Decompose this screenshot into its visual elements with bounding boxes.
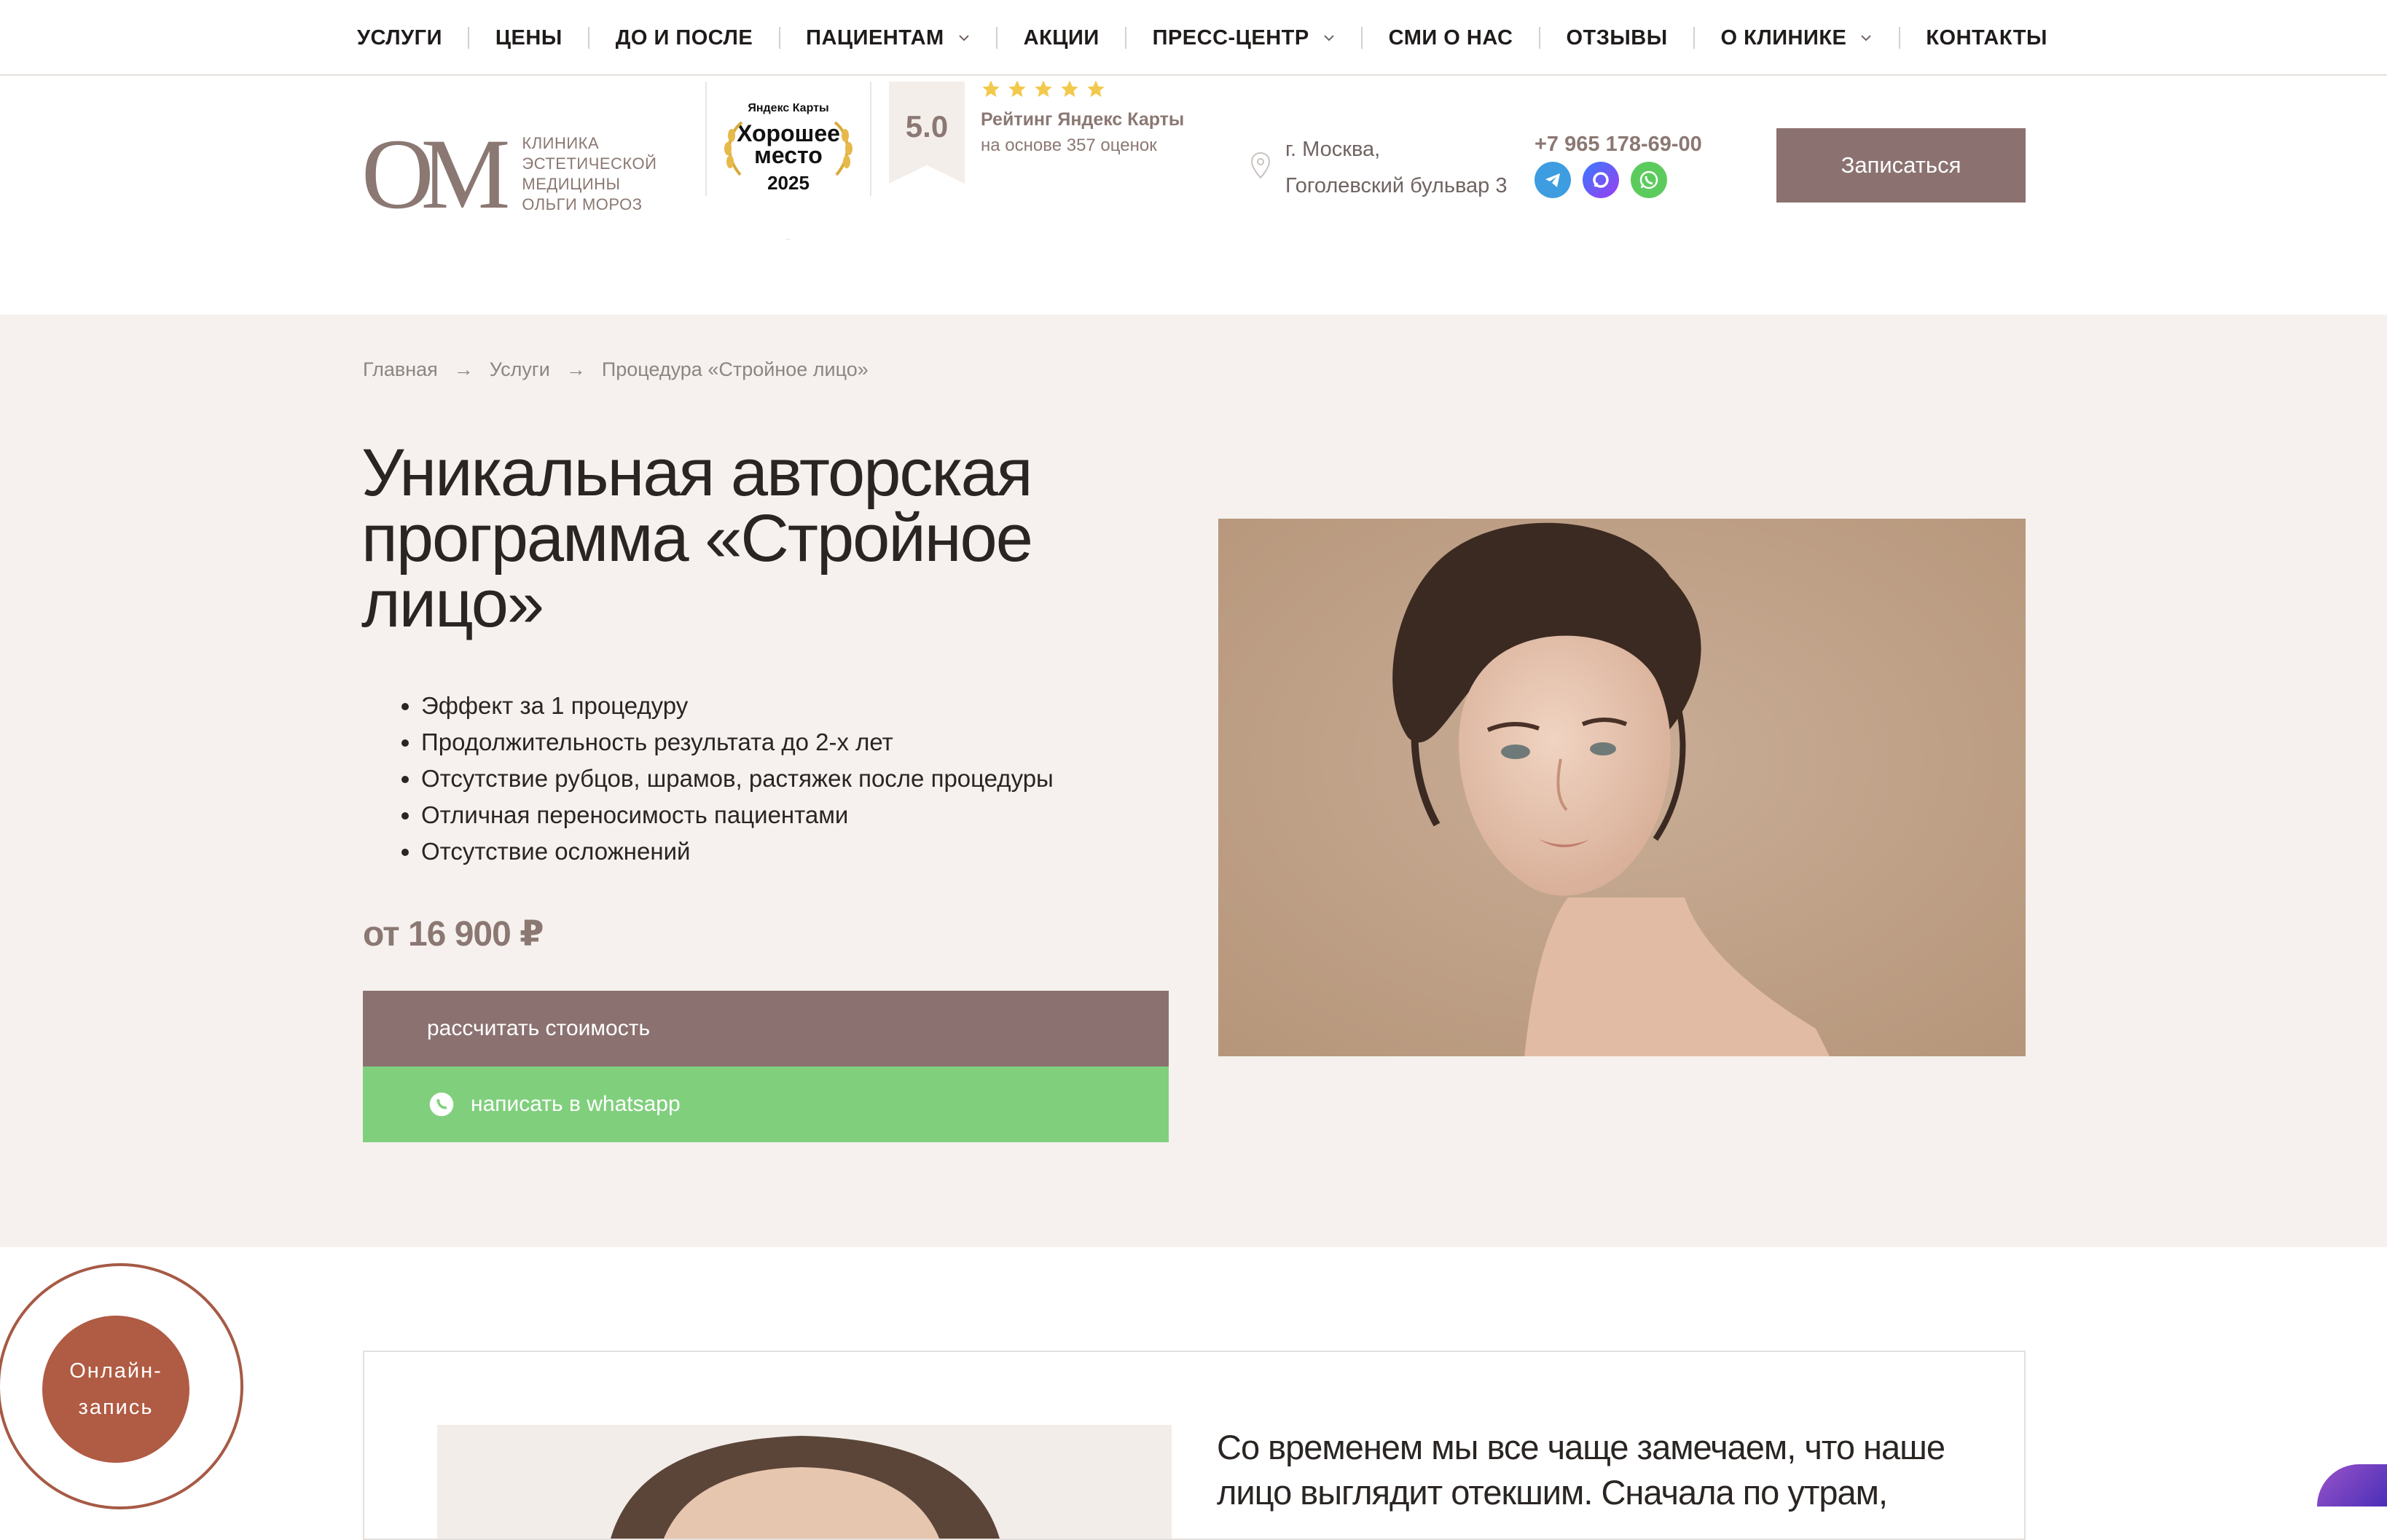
online-booking-label: Онлайн- запись: [69, 1353, 162, 1426]
whatsapp-button[interactable]: написать в whatsapp: [363, 1066, 1169, 1142]
nav-item-label: КОНТАКТЫ: [1926, 25, 2047, 50]
arrow-right-icon: →: [565, 358, 586, 380]
list-item: Отсутствие осложнений: [421, 833, 1054, 870]
top-nav-menu: УСЛУГИ ЦЕНЫ ДО И ПОСЛЕ ПАЦИЕНТАМ АКЦИИ П…: [357, 0, 2047, 76]
logo-line: ОЛЬГИ МОРОЗ: [522, 195, 643, 213]
address-line: Гоголевский бульвар 3: [1285, 174, 1508, 197]
nav-divider: [1538, 27, 1540, 49]
social-links: [1534, 162, 1667, 198]
page-title: Уникальная авторская программа «Стройное…: [361, 436, 1033, 641]
info-card: Со временем мы все чаще замечаем, что на…: [363, 1351, 2026, 1540]
nav-divider: [1898, 27, 1900, 49]
corner-widget[interactable]: [2317, 1464, 2387, 1506]
online-booking-line: запись: [78, 1396, 154, 1419]
nav-item-contacts[interactable]: КОНТАКТЫ: [1926, 26, 2047, 50]
nav-item-media[interactable]: СМИ О НАС: [1389, 26, 1513, 50]
list-item: Отсутствие рубцов, шрамов, растяжек посл…: [421, 761, 1054, 797]
arrow-right-icon: →: [453, 358, 474, 380]
nav-divider: [588, 27, 590, 49]
rating-score-flag: 5.0: [889, 82, 965, 184]
nav-item-reviews[interactable]: ОТЗЫВЫ: [1566, 26, 1667, 50]
nav-item-label: ОТЗЫВЫ: [1566, 25, 1668, 50]
logo-mark: OM: [361, 118, 510, 229]
breadcrumb: Главная → Услуги → Процедура «Стройное л…: [363, 358, 869, 381]
nav-divider: [778, 27, 780, 49]
star-icon: [1087, 80, 1105, 98]
hero-section: Главная → Услуги → Процедура «Стройное л…: [0, 315, 2387, 1247]
telegram-icon[interactable]: [1534, 162, 1571, 198]
nav-divider: [1693, 27, 1696, 49]
logo-text: КЛИНИКА ЭСТЕТИЧЕСКОЙ МЕДИЦИНЫ ОЛЬГИ МОРО…: [522, 133, 667, 215]
breadcrumb-services[interactable]: Услуги: [490, 358, 550, 381]
nav-divider: [468, 27, 470, 49]
nav-item-label: ПРЕСС-ЦЕНТР: [1152, 25, 1309, 50]
badge-brand: Яндекс Карты: [748, 102, 829, 114]
logo-line: КЛИНИКА: [522, 134, 600, 152]
nav-item-press-center[interactable]: ПРЕСС-ЦЕНТР: [1153, 26, 1336, 50]
breadcrumb-home[interactable]: Главная: [363, 358, 438, 381]
star-icon: [1061, 80, 1078, 98]
whatsapp-icon: [429, 1092, 454, 1117]
good-place-badge: Яндекс Карты Хорошее место 2025: [705, 82, 871, 240]
nav-divider: [996, 27, 998, 49]
hero-portrait-image: [1218, 519, 2026, 1056]
laurel-right-icon: [834, 121, 852, 176]
online-booking-line: Онлайн-: [69, 1359, 162, 1383]
max-messenger-icon[interactable]: [1583, 162, 1619, 198]
nav-item-before-after[interactable]: ДО И ПОСЛЕ: [616, 26, 753, 50]
list-item: Продолжительность результата до 2-х лет: [421, 724, 1054, 761]
info-card-image: [437, 1425, 1172, 1539]
clinic-logo[interactable]: OM КЛИНИКА ЭСТЕТИЧЕСКОЙ МЕДИЦИНЫ ОЛЬГИ М…: [361, 124, 667, 224]
rating-score: 5.0: [905, 109, 949, 144]
clinic-address: г. Москва, Гоголевский бульвар 3: [1285, 131, 1508, 204]
star-icon: [982, 80, 1000, 98]
nav-item-prices[interactable]: ЦЕНЫ: [495, 26, 563, 50]
nav-item-label: ЦЕНЫ: [495, 25, 563, 50]
info-card-text: Со временем мы все чаще замечаем, что на…: [1217, 1428, 1945, 1512]
nav-item-label: ДО И ПОСЛЕ: [615, 25, 753, 50]
chevron-down-icon: [1861, 35, 1872, 42]
benefits-list: Эффект за 1 процедуру Продолжительность …: [421, 688, 1054, 870]
address-line: г. Москва,: [1285, 138, 1381, 161]
nav-item-label: О КЛИНИКЕ: [1720, 25, 1847, 50]
location-pin-icon: [1250, 152, 1271, 179]
list-item: Отличная переносимость пациентами: [421, 797, 1054, 833]
online-booking-button[interactable]: Онлайн- запись: [42, 1316, 189, 1463]
chevron-down-icon: [959, 35, 969, 42]
rating-title[interactable]: Рейтинг Яндекс Карты: [981, 109, 1184, 130]
button-label: написать в whatsapp: [471, 1092, 681, 1116]
star-icon: [1035, 80, 1052, 98]
logo-line: ЭСТЕТИЧЕСКОЙ: [522, 154, 657, 173]
button-label: рассчитать стоимость: [427, 1016, 651, 1040]
breadcrumb-current: Процедура «Стройное лицо»: [601, 358, 869, 380]
nav-item-label: АКЦИИ: [1023, 25, 1100, 50]
nav-divider: [1125, 27, 1127, 49]
top-nav: УСЛУГИ ЦЕНЫ ДО И ПОСЛЕ ПАЦИЕНТАМ АКЦИИ П…: [0, 0, 2387, 76]
nav-item-patients[interactable]: ПАЦИЕНТАМ: [806, 26, 971, 50]
nav-item-label: УСЛУГИ: [357, 25, 442, 50]
nav-item-about[interactable]: О КЛИНИКЕ: [1721, 26, 1873, 50]
price: от 16 900 ₽: [363, 915, 544, 954]
calculate-cost-button[interactable]: рассчитать стоимость: [363, 991, 1169, 1066]
list-item: Эффект за 1 процедуру: [421, 688, 1054, 724]
logo-line: МЕДИЦИНЫ: [522, 175, 621, 193]
whatsapp-icon[interactable]: [1631, 162, 1667, 198]
nav-item-services[interactable]: УСЛУГИ: [357, 26, 442, 50]
rating-subtitle: на основе 357 оценок: [981, 135, 1157, 155]
phone-link[interactable]: +7 965 178-69-00: [1534, 133, 1702, 157]
nav-item-label: ПАЦИЕНТАМ: [806, 25, 944, 50]
chevron-down-icon: [1324, 35, 1334, 42]
book-appointment-button[interactable]: Записаться: [1776, 128, 2026, 203]
laurel-left-icon: [724, 121, 743, 176]
nav-item-promotions[interactable]: АКЦИИ: [1024, 26, 1100, 50]
nav-divider: [1361, 27, 1363, 49]
star-icon: [1008, 80, 1026, 98]
rating-stars: [981, 79, 1106, 99]
nav-item-label: СМИ О НАС: [1388, 25, 1513, 50]
